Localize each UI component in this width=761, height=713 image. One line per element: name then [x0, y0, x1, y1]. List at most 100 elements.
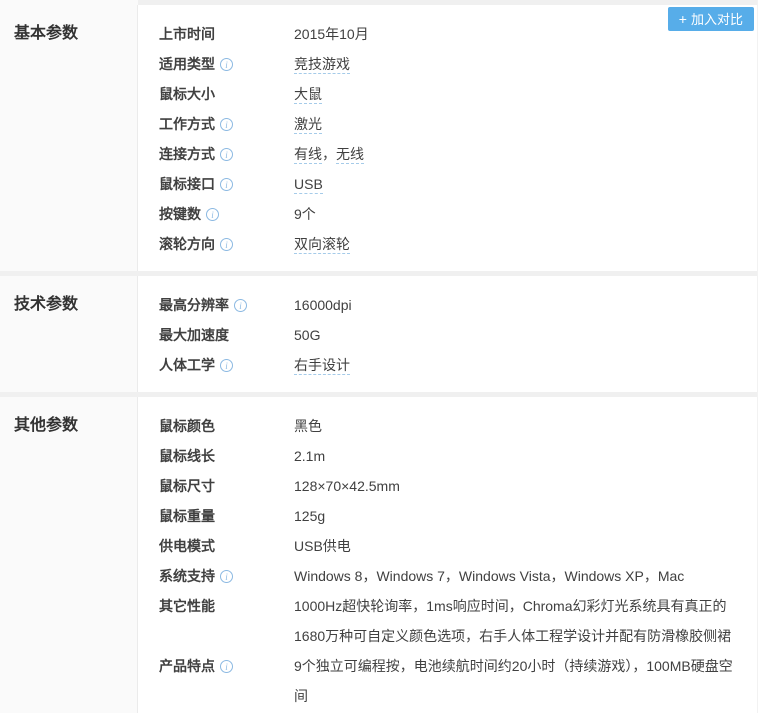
- spec-value-text: 1000Hz超快轮询率，1ms响应时间，Chroma幻彩灯光系统具有真正的168…: [294, 598, 732, 644]
- spec-value-link[interactable]: USB: [294, 176, 323, 194]
- section-header-column: 技术参数: [0, 276, 138, 392]
- spec-value-link[interactable]: 大鼠: [294, 86, 322, 104]
- spec-label: 按键数 i: [159, 199, 294, 229]
- section-title: 其他参数: [14, 417, 79, 434]
- spec-value: 有线，无线: [294, 139, 742, 169]
- spec-label: 系统支持 i: [159, 561, 294, 591]
- spec-label: 上市时间: [159, 19, 294, 49]
- spec-row: 其它性能 1000Hz超快轮询率，1ms响应时间，Chroma幻彩灯光系统具有真…: [159, 591, 742, 651]
- spec-value-text: 9个独立可编程按，电池续航时间约20小时（持续游戏），100MB硬盘空间: [294, 658, 733, 704]
- spec-label: 供电模式: [159, 531, 294, 561]
- spec-label-text: 人体工学: [159, 357, 215, 373]
- spec-label: 滚轮方向 i: [159, 229, 294, 259]
- spec-label-text: 系统支持: [159, 568, 215, 584]
- spec-label-text: 鼠标颜色: [159, 418, 215, 434]
- spec-value-link[interactable]: 有线: [294, 146, 322, 164]
- spec-row: 上市时间 2015年10月: [159, 19, 742, 49]
- spec-value-link[interactable]: 右手设计: [294, 357, 350, 375]
- spec-value: 2.1m: [294, 441, 742, 471]
- section-header-column: 其他参数: [0, 397, 138, 713]
- spec-row: 适用类型 i 竞技游戏: [159, 49, 742, 79]
- spec-label: 其它性能: [159, 591, 294, 621]
- spec-label: 连接方式 i: [159, 139, 294, 169]
- info-icon[interactable]: i: [220, 178, 233, 191]
- spec-row: 鼠标接口 i USB: [159, 169, 742, 199]
- spec-label-text: 最高分辨率: [159, 297, 229, 313]
- spec-value-text: 16000dpi: [294, 297, 352, 313]
- spec-row: 鼠标重量 125g: [159, 501, 742, 531]
- spec-section: 其他参数 鼠标颜色 黑色 鼠标线长 2.1m 鼠标尺寸 128×70×42.5m…: [0, 397, 757, 713]
- info-icon[interactable]: i: [234, 299, 247, 312]
- spec-label: 人体工学 i: [159, 350, 294, 380]
- spec-label-text: 其它性能: [159, 598, 215, 614]
- spec-label-text: 供电模式: [159, 538, 215, 554]
- info-icon[interactable]: i: [220, 660, 233, 673]
- info-icon[interactable]: i: [220, 58, 233, 71]
- spec-label-text: 上市时间: [159, 26, 215, 42]
- spec-value: 激光: [294, 109, 742, 139]
- spec-label: 鼠标大小: [159, 79, 294, 109]
- spec-label: 最大加速度: [159, 320, 294, 350]
- spec-row: 鼠标线长 2.1m: [159, 441, 742, 471]
- spec-label-text: 鼠标尺寸: [159, 478, 215, 494]
- add-to-compare-label: 加入对比: [690, 12, 743, 27]
- info-icon[interactable]: i: [206, 208, 219, 221]
- spec-value-link[interactable]: 双向滚轮: [294, 236, 350, 254]
- spec-label: 工作方式 i: [159, 109, 294, 139]
- spec-row: 鼠标大小 大鼠: [159, 79, 742, 109]
- spec-row: 产品特点 i 9个独立可编程按，电池续航时间约20小时（持续游戏），100MB硬盘…: [159, 651, 742, 711]
- spec-label-text: 连接方式: [159, 146, 215, 162]
- spec-row: 连接方式 i 有线，无线: [159, 139, 742, 169]
- spec-value: USB供电: [294, 531, 742, 561]
- section-header-column: 基本参数: [0, 5, 138, 271]
- spec-value-text: 黑色: [294, 418, 322, 434]
- spec-value: 50G: [294, 320, 742, 350]
- info-icon[interactable]: i: [220, 118, 233, 131]
- spec-value-link[interactable]: 无线: [336, 146, 364, 164]
- spec-row: 工作方式 i 激光: [159, 109, 742, 139]
- add-to-compare-button[interactable]: + 加入对比: [667, 7, 754, 31]
- spec-value: 双向滚轮: [294, 229, 742, 259]
- info-icon[interactable]: i: [220, 148, 233, 161]
- spec-value-text: ，: [322, 146, 336, 162]
- spec-row: 人体工学 i 右手设计: [159, 350, 742, 380]
- spec-label-text: 产品特点: [159, 658, 215, 674]
- spec-value-text: 50G: [294, 327, 321, 343]
- spec-label-text: 滚轮方向: [159, 236, 215, 252]
- spec-value: 9个独立可编程按，电池续航时间约20小时（持续游戏），100MB硬盘空间: [294, 651, 742, 711]
- section-rows: 上市时间 2015年10月 适用类型 i 竞技游戏 鼠标大小 大鼠 工作方式 i 激…: [138, 5, 757, 271]
- spec-label-text: 鼠标线长: [159, 448, 215, 464]
- spec-value: 大鼠: [294, 79, 742, 109]
- spec-label-text: 鼠标接口: [159, 176, 215, 192]
- plus-icon: +: [678, 11, 687, 27]
- spec-row: 鼠标尺寸 128×70×42.5mm: [159, 471, 742, 501]
- spec-section: 技术参数 最高分辨率 i 16000dpi 最大加速度 50G 人体工学 i 右手设…: [0, 276, 757, 392]
- spec-value-text: 9个: [294, 206, 316, 222]
- section-title: 基本参数: [14, 25, 79, 42]
- spec-value: 128×70×42.5mm: [294, 471, 742, 501]
- spec-value: 黑色: [294, 411, 742, 441]
- spec-label-text: 按键数: [159, 206, 201, 222]
- spec-row: 最大加速度 50G: [159, 320, 742, 350]
- spec-label-text: 工作方式: [159, 116, 215, 132]
- spec-label: 鼠标颜色: [159, 411, 294, 441]
- spec-row: 滚轮方向 i 双向滚轮: [159, 229, 742, 259]
- spec-label-text: 适用类型: [159, 56, 215, 72]
- spec-value-text: USB供电: [294, 538, 351, 554]
- spec-value-text: 2015年10月: [294, 26, 369, 42]
- spec-label: 最高分辨率 i: [159, 290, 294, 320]
- info-icon[interactable]: i: [220, 570, 233, 583]
- spec-value: USB: [294, 169, 742, 199]
- spec-label-text: 鼠标大小: [159, 86, 215, 102]
- spec-value-link[interactable]: 竞技游戏: [294, 56, 350, 74]
- spec-value: 125g: [294, 501, 742, 531]
- spec-value: 16000dpi: [294, 290, 742, 320]
- spec-label: 鼠标线长: [159, 441, 294, 471]
- spec-value-link[interactable]: 激光: [294, 116, 322, 134]
- spec-section: 基本参数 上市时间 2015年10月 适用类型 i 竞技游戏 鼠标大小 大鼠 工作…: [0, 5, 757, 271]
- section-rows: 最高分辨率 i 16000dpi 最大加速度 50G 人体工学 i 右手设计: [138, 276, 757, 392]
- info-icon[interactable]: i: [220, 359, 233, 372]
- spec-label: 鼠标接口 i: [159, 169, 294, 199]
- info-icon[interactable]: i: [220, 238, 233, 251]
- spec-table: 基本参数 上市时间 2015年10月 适用类型 i 竞技游戏 鼠标大小 大鼠 工作…: [0, 5, 757, 713]
